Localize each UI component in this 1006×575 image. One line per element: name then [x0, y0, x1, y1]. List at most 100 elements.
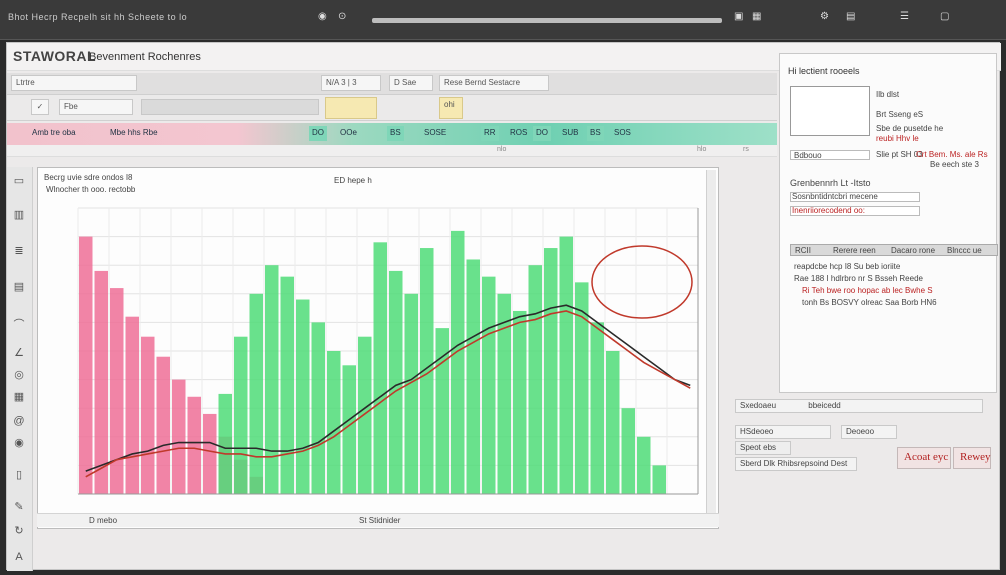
- cycle-icon[interactable]: ↻: [11, 523, 27, 539]
- toolbar-track[interactable]: [141, 99, 319, 115]
- ribbon-item[interactable]: BS: [387, 126, 404, 141]
- bull-bar: [559, 236, 573, 494]
- draw-icon[interactable]: ∠: [11, 345, 27, 361]
- menu-bar[interactable]: Bhot Hecrp Recpelh sit hh Scheete to lo: [8, 12, 187, 22]
- field-row[interactable]: Speot ebs: [735, 441, 791, 455]
- sub-ribbon: nlo hlo rs: [7, 145, 777, 157]
- bull-bar: [218, 393, 232, 494]
- toolbar-row-2: ✓ Fbe ohi: [7, 95, 777, 121]
- image-icon[interactable]: ▤: [846, 11, 855, 27]
- ribbon-item[interactable]: DO: [309, 126, 327, 141]
- primary-button[interactable]: Acoat eyc: [897, 447, 951, 469]
- spiral-icon[interactable]: @: [11, 413, 27, 429]
- note-line: Rae 188 I hdlrbro nr S Bsseh Reede: [794, 274, 923, 283]
- ribbon-item[interactable]: SUB: [559, 126, 581, 141]
- right-panel-heading: Hi lectient rooeels: [788, 66, 860, 76]
- ribbon-item[interactable]: SOSE: [421, 126, 449, 141]
- sub-ribbon-label: nlo: [497, 146, 507, 153]
- ribbon-item[interactable]: Amb tre oba: [29, 126, 79, 141]
- bull-bar: [621, 408, 635, 494]
- bull-bar: [652, 465, 666, 494]
- bear-bar: [172, 379, 186, 494]
- vertical-scrollbar[interactable]: [706, 170, 716, 526]
- bull-bar: [451, 230, 465, 494]
- highlight-button-1[interactable]: [325, 97, 377, 119]
- bull-bar: [404, 293, 418, 494]
- toolbar-field-2[interactable]: N/A 3 | 3: [321, 75, 381, 91]
- action-field[interactable]: Sberd Dlk Rhibsrepsoind Dest: [735, 457, 857, 471]
- meta-line: reubi Hhv le: [876, 134, 919, 143]
- settings-icon[interactable]: ⚙: [820, 11, 829, 27]
- toolbar-row-1: Ltrtre N/A 3 | 3 D Sae Rese Bernd Sestac…: [7, 73, 777, 95]
- bull-bar: [544, 248, 558, 494]
- target-icon[interactable]: ◉: [11, 435, 27, 451]
- layers-icon[interactable]: ≣: [11, 243, 27, 259]
- table-header-cell[interactable]: Dacaro rone: [891, 246, 935, 255]
- bull-bar: [358, 336, 372, 494]
- ribbon-item[interactable]: DO: [533, 126, 551, 141]
- secondary-button[interactable]: Rewey: [953, 447, 991, 469]
- camera-icon[interactable]: ◉: [318, 11, 327, 27]
- price-chart[interactable]: [38, 168, 720, 530]
- bear-bar: [187, 396, 201, 494]
- pen-icon[interactable]: ✎: [11, 499, 27, 515]
- ribbon-bar: Amb tre oba Mbe hhs Rbe DO OOe BS SOSE R…: [7, 123, 777, 145]
- bull-bar: [296, 299, 310, 494]
- clock-icon[interactable]: ⊙: [338, 11, 346, 27]
- field-row[interactable]: HSdeoeo: [735, 425, 831, 439]
- ribbon-item[interactable]: OOe: [337, 126, 360, 141]
- curve-icon[interactable]: ⌒: [11, 317, 27, 333]
- ribbon-item[interactable]: ROS: [507, 126, 530, 141]
- chart-midcaption: ED hepe h: [334, 176, 372, 185]
- side-label: Brt Sseng eS: [876, 110, 924, 119]
- circle-tool-icon[interactable]: ◎: [11, 367, 27, 383]
- bear-bar: [156, 356, 170, 494]
- ribbon-item[interactable]: Mbe hhs Rbe: [107, 126, 161, 141]
- sub-ribbon-label: rs: [743, 146, 749, 153]
- ribbon-item[interactable]: RR: [481, 126, 499, 141]
- note-line: reapdcbe hcp I8 Su beb ioriite: [794, 262, 901, 271]
- table-header-cell[interactable]: RCII: [795, 246, 811, 255]
- chart-panel[interactable]: Becrg uvie sdre ondos I8 Wlnocher th ooo…: [37, 167, 719, 529]
- status-center: St Stidnider: [359, 516, 401, 525]
- highlight-button-2[interactable]: ohi: [439, 97, 463, 119]
- toolbar-field-1[interactable]: Ltrtre: [11, 75, 137, 91]
- table-header-cell[interactable]: Rerere reen: [833, 246, 876, 255]
- bull-bar: [265, 265, 279, 494]
- grid-tool-icon[interactable]: ▦: [11, 389, 27, 405]
- progress-track[interactable]: [372, 18, 722, 23]
- meta-line: Sbe de pusetde he: [876, 124, 944, 133]
- meta-line: Be eech ste 3: [930, 160, 979, 169]
- toolbar-field-4[interactable]: Rese Bernd Sestacre: [439, 75, 549, 91]
- ribbon-item[interactable]: SOS: [611, 126, 634, 141]
- window-icon[interactable]: ▣: [734, 11, 743, 27]
- cursor-icon[interactable]: ▭: [11, 173, 27, 189]
- text-icon[interactable]: A: [11, 549, 27, 565]
- menu-icon[interactable]: ☰: [900, 11, 909, 27]
- toolbar-field-3[interactable]: D Sae: [389, 75, 433, 91]
- sub-ribbon-label: hlo: [697, 146, 707, 153]
- bull-bar: [249, 293, 263, 494]
- bear-bar: [203, 413, 217, 494]
- folder-icon[interactable]: ▢: [940, 11, 949, 27]
- annotation-circle: [591, 245, 693, 319]
- table-header-cell[interactable]: Blnccc ue: [947, 246, 982, 255]
- field-row[interactable]: Deoeoo: [841, 425, 897, 439]
- grid-icon[interactable]: ▦: [752, 11, 761, 27]
- bull-bar: [637, 436, 651, 494]
- bear-bar: [79, 236, 93, 494]
- ruler-icon[interactable]: ▯: [11, 467, 27, 483]
- preview-box[interactable]: [790, 86, 870, 136]
- ribbon-item[interactable]: BS: [587, 126, 604, 141]
- bear-bar: [141, 336, 155, 494]
- bull-bar: [234, 336, 248, 494]
- list-icon[interactable]: ▤: [11, 279, 27, 295]
- check-icon[interactable]: ✓: [31, 99, 49, 115]
- toolbar-dropdown-1[interactable]: Fbe: [59, 99, 133, 115]
- bull-bar: [373, 242, 387, 494]
- table-icon[interactable]: ▥: [11, 207, 27, 223]
- section-title: Grenbennrh Lt -Itsto: [790, 178, 871, 188]
- lower-right-panel: Sxedoaeu bbeicedd HSdeoeo Deoeoo Speot e…: [733, 399, 995, 485]
- field-row[interactable]: Sxedoaeu bbeicedd: [735, 399, 983, 413]
- left-tool-column: ▭ ▥ ≣ ▤ ⌒ ∠ ◎ ▦ @ ◉ ▯ ✎ ↻ A: [7, 167, 33, 571]
